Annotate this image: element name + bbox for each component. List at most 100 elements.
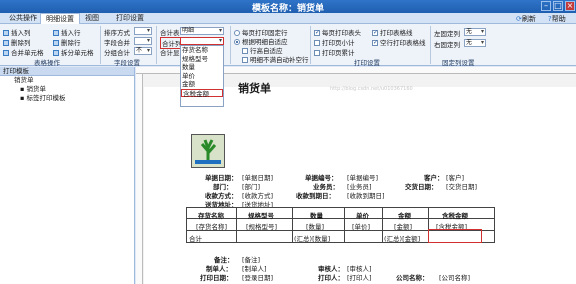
- table-cell[interactable]: [数量]: [306, 221, 324, 231]
- delete-col-icon: [3, 40, 9, 46]
- insert-row-button[interactable]: 插入行: [53, 27, 81, 37]
- maximize-button[interactable]: □: [553, 1, 563, 11]
- tree-label: 销货单: [14, 76, 34, 84]
- tab-view[interactable]: 视图: [80, 13, 104, 24]
- total-amount-cell[interactable]: (汇总)[金额]: [384, 233, 420, 243]
- dropdown-option[interactable]: 规格型号: [181, 55, 223, 64]
- merge-cells-button[interactable]: 合并单元格: [3, 47, 44, 57]
- separator: [230, 26, 231, 64]
- help-button[interactable]: ?帮助: [548, 14, 566, 24]
- dropdown-option[interactable]: 金额: [181, 80, 223, 89]
- field-label: 交货日期：: [405, 183, 438, 191]
- checkbox-checked-icon: [372, 39, 378, 46]
- document-icon: ▪: [20, 85, 25, 93]
- dropdown-option[interactable]: 单价: [181, 72, 223, 81]
- watermark-text: http://blog.csdn.net/u010367160: [330, 86, 413, 92]
- refresh-label: 刷新: [521, 15, 536, 23]
- split-cells-button[interactable]: 拆分单元格: [53, 47, 94, 57]
- logo-image[interactable]: [191, 134, 225, 168]
- print-group-label: 打印设置: [354, 59, 380, 67]
- group-by-select[interactable]: 不: [134, 47, 152, 55]
- table-header-cell[interactable]: 单价: [356, 210, 369, 220]
- table-ops-group-label: 表格操作: [34, 59, 60, 67]
- insert-col-icon: [3, 30, 9, 36]
- delete-row-button[interactable]: 删除行: [53, 37, 81, 47]
- separator: [156, 26, 157, 64]
- table-cell[interactable]: [单价]: [352, 221, 370, 231]
- total-label[interactable]: 合计: [189, 233, 202, 243]
- right-fixed-select[interactable]: 无: [464, 39, 486, 47]
- tree-node[interactable]: 销货单: [0, 76, 134, 85]
- footer-label: 公司名称：: [396, 274, 429, 282]
- merge-icon: [3, 50, 9, 56]
- table-header-cell[interactable]: 含税金额: [442, 210, 468, 220]
- tab-common[interactable]: 公共操作: [4, 13, 42, 24]
- table-border: [292, 207, 293, 242]
- insert-row-label: 插入行: [61, 29, 81, 37]
- checkbox-icon: [314, 40, 320, 46]
- total-col-select[interactable]: [180, 37, 224, 45]
- table-header-cell[interactable]: 数量: [310, 210, 323, 220]
- left-fixed-select[interactable]: 无: [464, 28, 486, 36]
- close-button[interactable]: ×: [565, 1, 575, 11]
- table-border: [494, 207, 495, 242]
- footer-value[interactable]: [公司名称]: [439, 272, 470, 282]
- window-titlebar: 模板名称：销货单 – □ ×: [0, 0, 576, 14]
- table-cell[interactable]: [金额]: [394, 221, 412, 231]
- separator: [310, 26, 311, 64]
- right-fixed-label: 右固定列: [434, 41, 460, 49]
- table-cell[interactable]: [规格型号]: [246, 221, 277, 231]
- table-header-cell[interactable]: 规格型号: [248, 210, 274, 220]
- table-header-cell[interactable]: 存货名称: [198, 210, 224, 220]
- sort-label: 排序方式: [104, 29, 130, 37]
- print-table-lines-label: 打印表格线: [380, 29, 413, 37]
- print-header-option[interactable]: 每页打印表头: [314, 27, 361, 37]
- report-title[interactable]: 销货单: [238, 80, 271, 96]
- page-total-label: 打印页累计: [322, 49, 355, 57]
- tree-node[interactable]: ▪ 标签打印模板: [0, 94, 134, 103]
- empty-row-lines-label: 空行打印表格线: [380, 39, 426, 47]
- template-tree-panel: 打印模板 销货单 ▪ 销货单 ▪ 标签打印模板: [0, 67, 135, 284]
- checkbox-icon: [314, 50, 320, 56]
- tab-detail[interactable]: 明细设置: [40, 13, 80, 24]
- total-table-select[interactable]: 明细: [180, 27, 224, 35]
- tree-node[interactable]: ▪ 销货单: [0, 85, 134, 94]
- table-border: [236, 207, 237, 242]
- page-subtotal-option[interactable]: 打印页小计: [314, 37, 355, 47]
- insert-row-icon: [53, 30, 59, 36]
- insert-col-label: 插入列: [11, 29, 31, 37]
- table-header-cell[interactable]: 金额: [398, 210, 411, 220]
- page-total-option[interactable]: 打印页累计: [314, 47, 355, 57]
- dropdown-option[interactable]: 数量: [181, 63, 223, 72]
- delete-col-label: 删除列: [11, 39, 31, 47]
- tab-print[interactable]: 打印设置: [111, 13, 149, 24]
- selected-cell-highlight[interactable]: [428, 229, 482, 243]
- detail-no-fill-option[interactable]: 明细不满自动补空行: [242, 54, 309, 64]
- footer-label: 打印日期：: [200, 274, 233, 282]
- field-value[interactable]: [交货日期]: [446, 181, 477, 191]
- delete-col-button[interactable]: 删除列: [3, 37, 31, 47]
- total-footer-label: 合计显: [160, 49, 180, 57]
- field-merge-select[interactable]: [134, 37, 152, 45]
- footer-value[interactable]: [登录日期]: [242, 272, 273, 282]
- footer-value[interactable]: [打印人]: [347, 272, 372, 282]
- table-border: [382, 207, 383, 242]
- sort-select[interactable]: [134, 27, 152, 35]
- fixed-group-label: 固定列设置: [442, 59, 475, 67]
- split-label: 拆分单元格: [61, 49, 94, 57]
- checkbox-checked-icon: [314, 29, 320, 36]
- dropdown-option[interactable]: 存货名称: [181, 46, 223, 55]
- table-cell[interactable]: [存货名称]: [196, 221, 227, 231]
- dropdown-option-selected[interactable]: 含税金额: [181, 88, 223, 97]
- separator: [100, 26, 101, 64]
- insert-col-button[interactable]: 插入列: [3, 27, 31, 37]
- field-value[interactable]: [收款到期日]: [347, 190, 385, 200]
- left-fixed-label: 左固定列: [434, 30, 460, 38]
- total-qty-cell[interactable]: (汇总)[数量]: [294, 233, 330, 243]
- panel-header: 打印模板: [0, 67, 134, 76]
- refresh-button[interactable]: ⟳刷新: [516, 14, 536, 24]
- empty-row-lines-option[interactable]: 空行打印表格线: [372, 37, 426, 47]
- minimize-button[interactable]: –: [541, 1, 551, 11]
- print-table-lines-option[interactable]: 打印表格线: [372, 27, 413, 37]
- total-col-dropdown[interactable]: 存货名称 规格型号 数量 单价 金额 含税金额: [180, 45, 224, 107]
